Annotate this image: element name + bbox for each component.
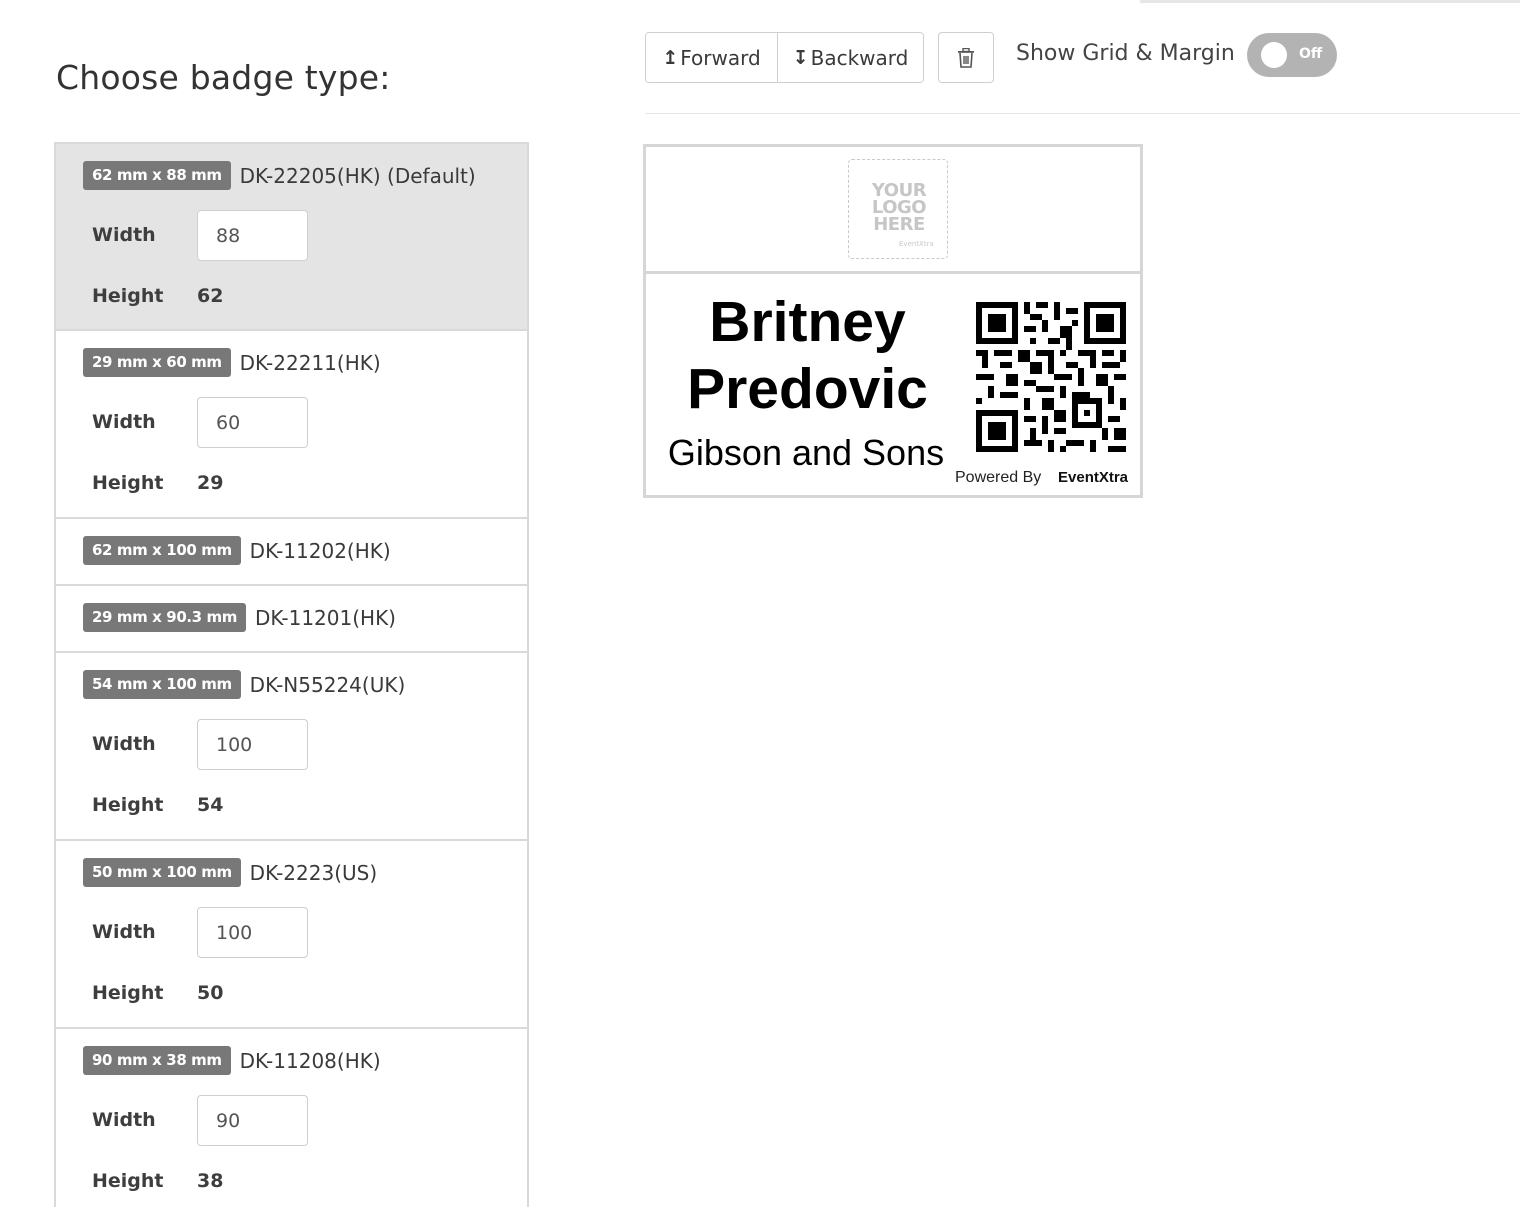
badge-type-header: 29 mm x 60 mm DK-22211(HK): [83, 348, 381, 377]
badge-type-name: DK-2223(US): [249, 860, 378, 885]
size-badge: 62 mm x 88 mm: [83, 161, 231, 190]
backward-button[interactable]: ↧ Backward: [778, 33, 923, 82]
badge-type-list: 62 mm x 88 mm DK-22205(HK) (Default) Wid…: [54, 142, 529, 1207]
width-input[interactable]: [197, 397, 308, 448]
company-name[interactable]: Gibson and Sons: [656, 432, 956, 474]
badge-type-item-dk-11208[interactable]: 90 mm x 38 mm DK-11208(HK) Width Height …: [56, 1029, 527, 1207]
badge-type-item-dk-n55224[interactable]: 54 mm x 100 mm DK-N55224(UK) Width Heigh…: [56, 653, 527, 841]
height-label: Height: [92, 285, 164, 307]
badge-type-name: DK-11202(HK): [249, 538, 391, 563]
width-input[interactable]: [197, 719, 308, 770]
badge-type-name: DK-22205(HK) (Default): [239, 163, 476, 188]
height-value: 38: [197, 1170, 224, 1192]
toggle-knob: [1261, 42, 1287, 68]
badge-type-header: 54 mm x 100 mm DK-N55224(UK): [83, 670, 405, 699]
badge-type-name: DK-22211(HK): [239, 350, 381, 375]
width-input[interactable]: [197, 1095, 308, 1146]
height-value: 29: [197, 472, 224, 494]
badge-type-header: 29 mm x 90.3 mm DK-11201(HK): [83, 603, 396, 632]
badge-type-name: DK-11201(HK): [254, 605, 396, 630]
height-value: 54: [197, 794, 224, 816]
height-label: Height: [92, 472, 164, 494]
arrow-up-icon: ↥: [662, 46, 679, 69]
badge-type-name: DK-N55224(UK): [249, 672, 406, 697]
grid-toggle[interactable]: Off: [1247, 33, 1337, 77]
show-grid-label: Show Grid & Margin: [1016, 41, 1235, 66]
toggle-state: Off: [1299, 46, 1323, 62]
forward-label: Forward: [680, 45, 761, 70]
height-label: Height: [92, 1170, 164, 1192]
badge-type-header: 50 mm x 100 mm DK-2223(US): [83, 858, 377, 887]
logo-placeholder-text: YOUR LOGO HERE: [871, 180, 927, 235]
badge-type-item-dk-2223[interactable]: 50 mm x 100 mm DK-2223(US) Width Height …: [56, 841, 527, 1029]
badge-type-name: DK-11208(HK): [239, 1048, 381, 1073]
size-badge: 50 mm x 100 mm: [83, 858, 241, 887]
height-label: Height: [92, 794, 164, 816]
attendee-name[interactable]: Britney Predovic: [666, 289, 949, 423]
width-label: Width: [92, 411, 156, 433]
badge-type-header: 62 mm x 88 mm DK-22205(HK) (Default): [83, 161, 476, 190]
logo-brand-mark: EventXtra: [899, 240, 934, 248]
badge-type-item-dk-11202[interactable]: 62 mm x 100 mm DK-11202(HK): [56, 519, 527, 586]
panel-title: Choose badge type:: [56, 58, 391, 97]
logo-placeholder[interactable]: YOUR LOGO HERE EventXtra: [848, 159, 948, 259]
width-label: Width: [92, 733, 156, 755]
width-label: Width: [92, 1109, 156, 1131]
height-label: Height: [92, 982, 164, 1004]
height-value: 50: [197, 982, 224, 1004]
width-input[interactable]: [197, 210, 308, 261]
arrow-down-icon: ↧: [792, 46, 809, 69]
badge-type-item-dk-22211[interactable]: 29 mm x 60 mm DK-22211(HK) Width Height …: [56, 331, 527, 519]
powered-by-label: Powered By: [955, 469, 1042, 486]
badge-type-header: 90 mm x 38 mm DK-11208(HK): [83, 1046, 381, 1075]
badge-type-header: 62 mm x 100 mm DK-11202(HK): [83, 536, 391, 565]
height-value: 62: [197, 285, 224, 307]
badge-type-item-dk-11201[interactable]: 29 mm x 90.3 mm DK-11201(HK): [56, 586, 527, 653]
trash-icon: [958, 47, 974, 68]
width-input[interactable]: [197, 907, 308, 958]
first-name: Britney: [709, 290, 906, 354]
eventxtra-logo: EventXtra: [1058, 469, 1129, 486]
width-label: Width: [92, 921, 156, 943]
last-name: Predovic: [687, 357, 928, 421]
size-badge: 90 mm x 38 mm: [83, 1046, 231, 1075]
badge-designer-page: Choose badge type: 62 mm x 88 mm DK-2220…: [0, 0, 1520, 1207]
badge-preview: YOUR LOGO HERE EventXtra Britney Predovi…: [643, 144, 1143, 498]
qr-code-icon[interactable]: [976, 302, 1126, 452]
size-badge: 54 mm x 100 mm: [83, 670, 241, 699]
top-divider: [1140, 0, 1520, 3]
toolbar-divider: [645, 113, 1520, 114]
size-badge: 29 mm x 60 mm: [83, 348, 231, 377]
logo-area[interactable]: YOUR LOGO HERE EventXtra: [646, 147, 1140, 274]
size-badge: 29 mm x 90.3 mm: [83, 603, 246, 632]
layer-order-group: ↥ Forward ↧ Backward: [645, 32, 924, 83]
forward-button[interactable]: ↥ Forward: [646, 33, 778, 82]
delete-button[interactable]: [938, 32, 994, 83]
badge-type-item-dk-22205[interactable]: 62 mm x 88 mm DK-22205(HK) (Default) Wid…: [56, 144, 527, 331]
size-badge: 62 mm x 100 mm: [83, 536, 241, 565]
backward-label: Backward: [810, 45, 909, 70]
width-label: Width: [92, 224, 156, 246]
